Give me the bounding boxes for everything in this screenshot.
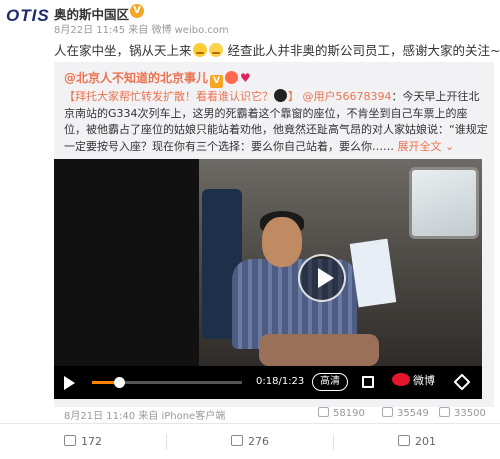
like-button[interactable]: 201 — [334, 424, 500, 459]
comment-icon — [382, 407, 393, 417]
train-window — [409, 167, 479, 239]
expand-full-text-link[interactable]: 展开全文 ⌄ — [398, 140, 455, 153]
post-text-part-2: 经查此人并非奥的斯公司员工，感谢大家的关注~ — [227, 43, 500, 58]
cry-emoji-icon — [192, 43, 207, 57]
play-icon[interactable] — [64, 376, 75, 390]
weibo-brand-text: 微博 — [413, 374, 435, 387]
like-button-count: 201 — [415, 435, 436, 448]
action-bar: 172 276 201 — [0, 423, 500, 459]
brand-logo[interactable]: OTIS — [6, 6, 50, 30]
progress-track[interactable] — [92, 377, 242, 388]
man-head — [262, 217, 302, 267]
heart-icon: ♥ — [240, 71, 251, 85]
like-icon — [439, 407, 450, 417]
repost-like-value: 33500 — [454, 408, 486, 419]
video-player[interactable]: 0:18/1:23 高清 微博 — [54, 159, 482, 399]
video-controls: 0:18/1:23 高清 微博 — [54, 366, 482, 399]
video-time: 0:18/1:23 — [256, 376, 305, 387]
repost-like-count[interactable]: 33500 — [439, 407, 486, 419]
repost-body: 【拜托大家帮忙转发扩散！看看谁认识它？】 @用户56678394：今天早上开往北… — [64, 89, 489, 155]
weibo-watermark: 微博 — [392, 372, 435, 388]
weibo-logo-icon — [392, 373, 410, 386]
owl-emoji-icon — [274, 89, 287, 102]
repost-header: @北京人不知道的北京事儿 V ♥ — [64, 69, 251, 88]
repost-intro-end: 】 — [288, 90, 299, 103]
progress-knob[interactable] — [114, 377, 125, 388]
user-mention[interactable]: @用户56678394 — [303, 90, 392, 103]
sweat-emoji-icon — [208, 43, 223, 57]
shrink-icon[interactable] — [362, 376, 374, 388]
thumb-up-icon — [398, 435, 410, 446]
repost-button-count: 172 — [81, 435, 102, 448]
fullscreen-icon[interactable] — [453, 373, 471, 391]
post-text: 人在家中坐，锅从天上来 经查此人并非奥的斯公司员工，感谢大家的关注~ — [54, 40, 500, 59]
repost-box: @北京人不知道的北京事儿 V ♥ 【拜托大家帮忙转发扩散！看看谁认识它？ 】 @用户5… — [54, 62, 494, 422]
repost-meta: 8月21日 11:40 来自 iPhone客户端 — [64, 411, 226, 422]
repost-share-value: 58190 — [333, 408, 365, 419]
comment-icon — [231, 435, 243, 446]
quality-button[interactable]: 高清 — [312, 373, 348, 391]
repost-intro: 【拜托大家帮忙转发扩散！看看谁认识它？ — [64, 90, 273, 103]
share-icon — [318, 407, 329, 417]
verified-badge-icon: V — [130, 4, 144, 18]
big-play-icon[interactable] — [298, 254, 346, 302]
post-text-part-1: 人在家中坐，锅从天上来 — [54, 43, 192, 58]
repost-share-count[interactable]: 58190 — [318, 407, 365, 419]
repost-icon — [64, 435, 76, 446]
vip-badge-icon: V — [210, 75, 224, 88]
comment-button[interactable]: 276 — [167, 424, 333, 459]
post-meta: 8月22日 11:45 来自 微博 weibo.com — [54, 25, 229, 36]
repost-button[interactable]: 172 — [0, 424, 166, 459]
comment-button-count: 276 — [248, 435, 269, 448]
repost-comment-count[interactable]: 35549 — [382, 407, 429, 419]
repost-author[interactable]: @北京人不知道的北京事儿 — [64, 71, 208, 85]
man-lap — [259, 334, 379, 366]
fan-badge-icon — [225, 71, 239, 84]
repost-comment-value: 35549 — [397, 408, 429, 419]
